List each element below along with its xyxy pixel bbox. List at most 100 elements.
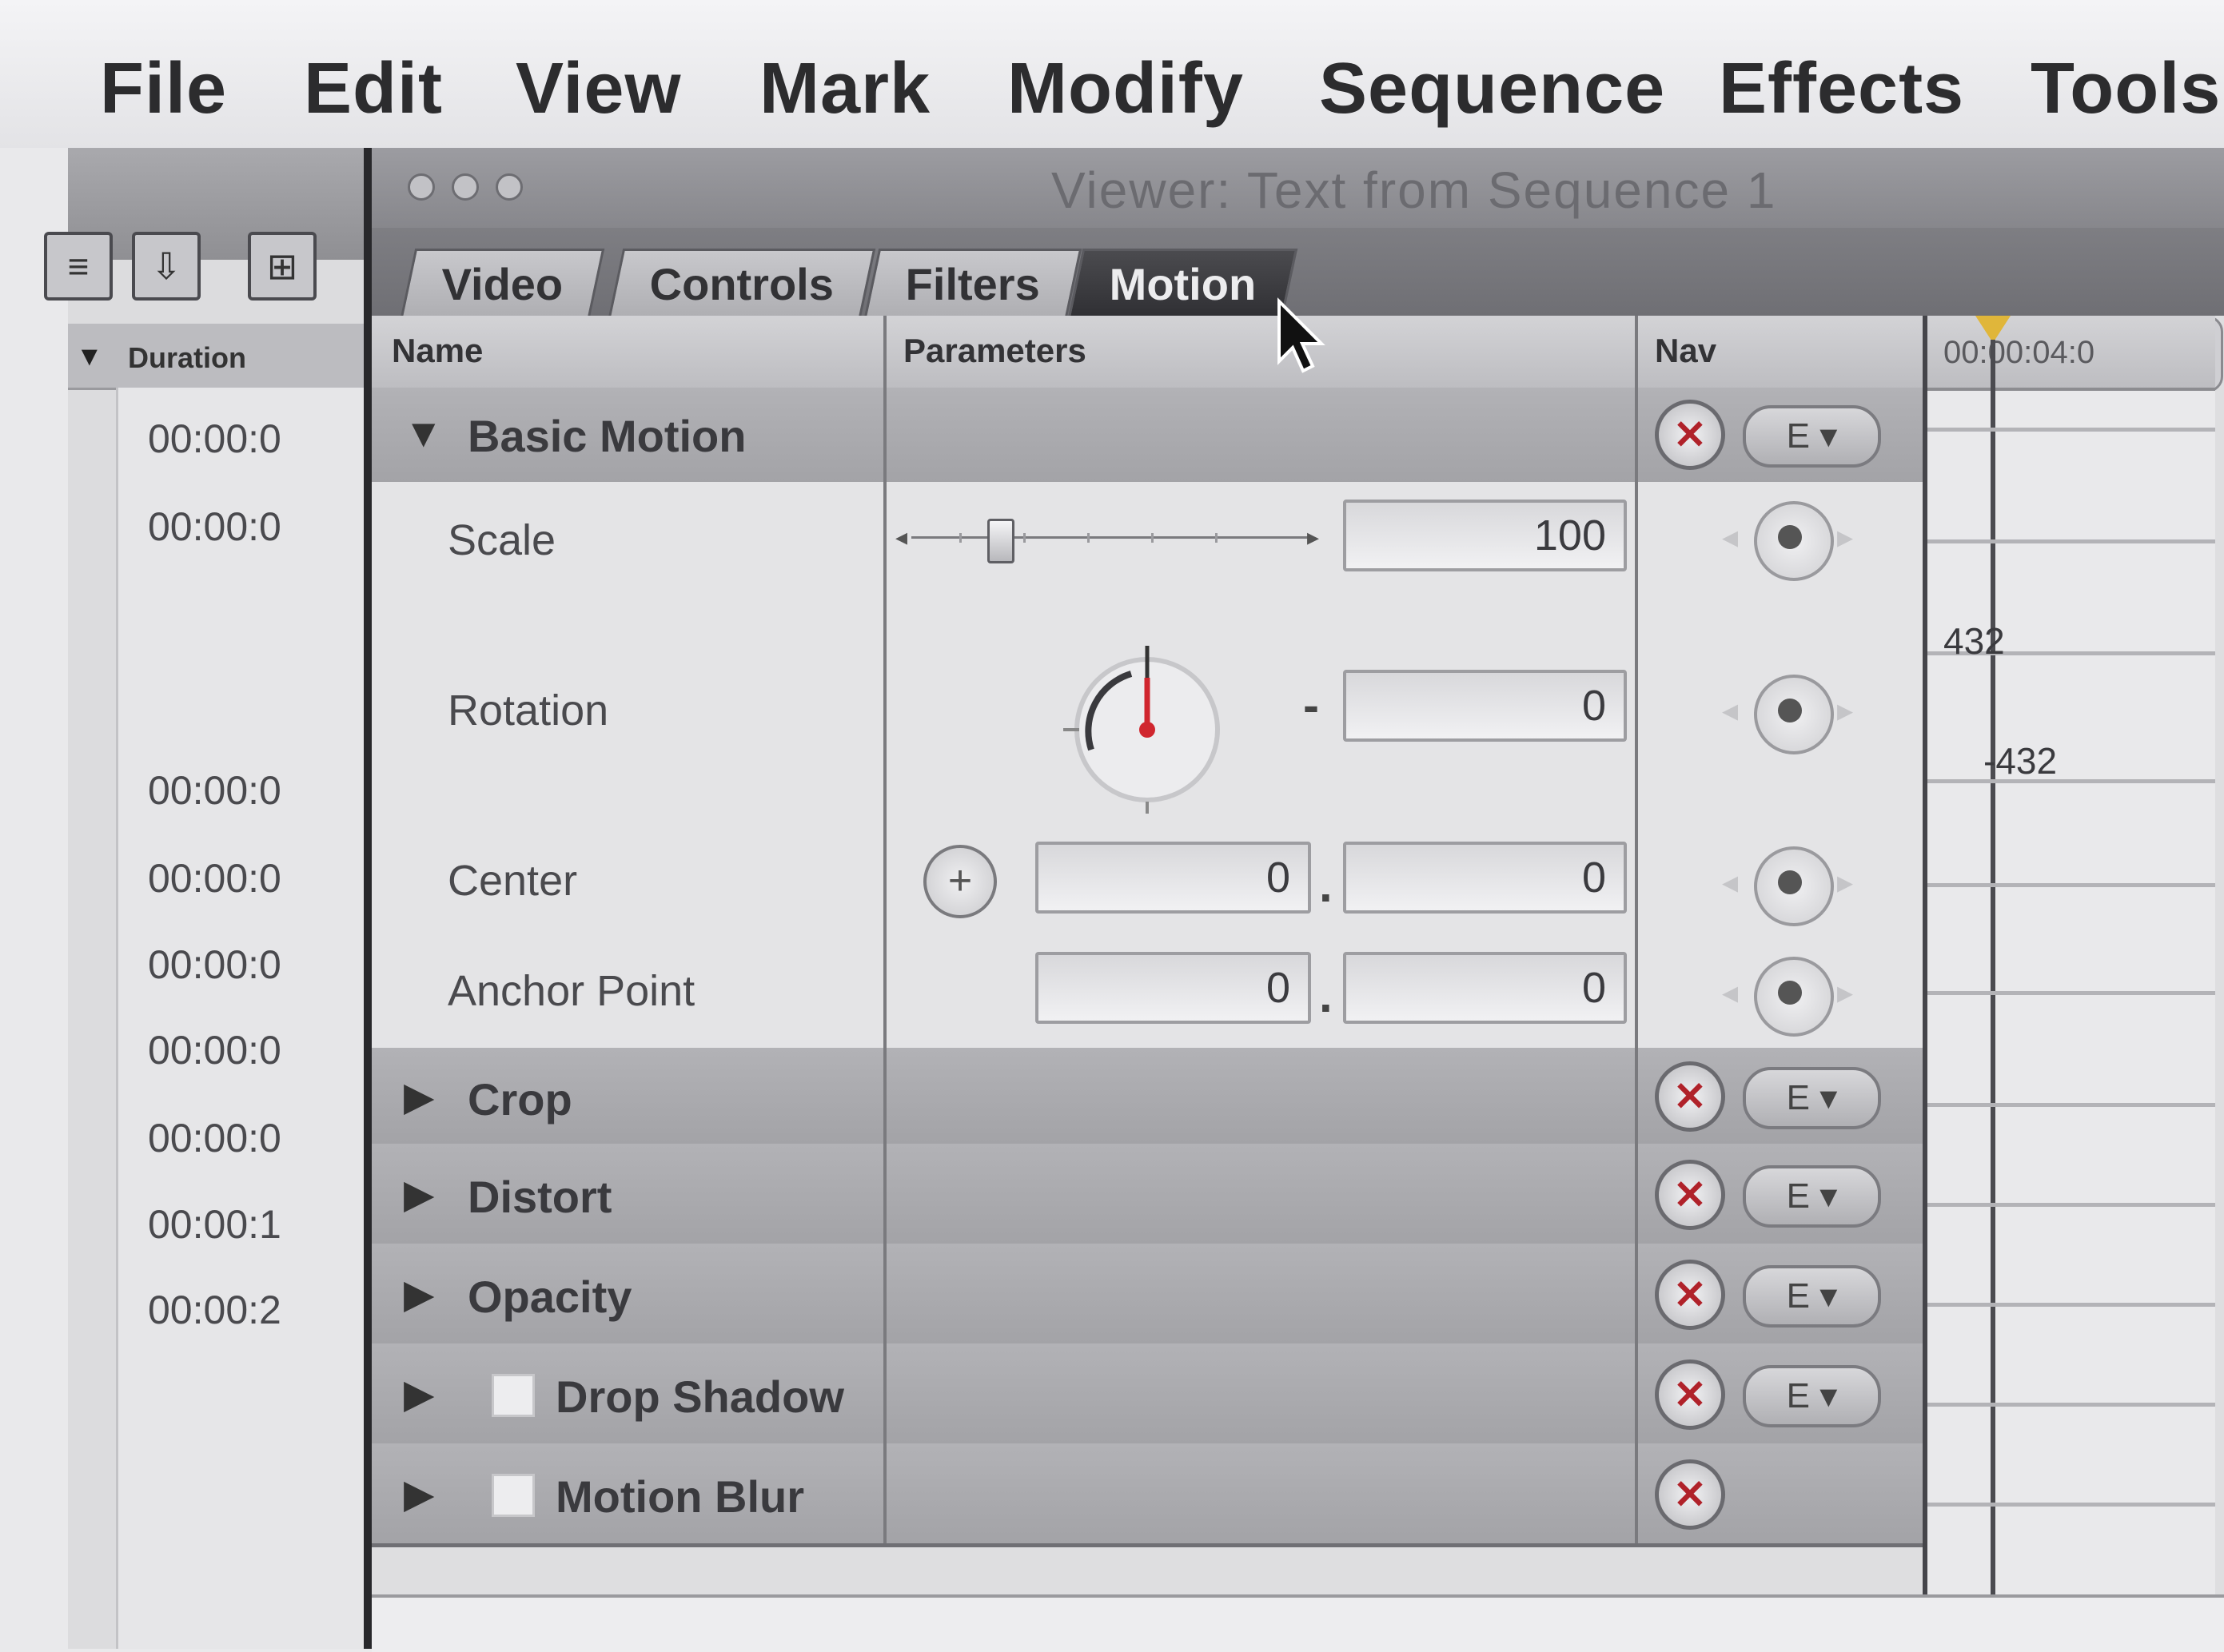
menu-sequence[interactable]: Sequence (1319, 48, 1665, 130)
crosshair-icon[interactable]: + (923, 845, 997, 918)
group-label: Opacity (468, 1272, 632, 1322)
center-y-field[interactable]: 0 (1343, 842, 1627, 914)
duration-cell: 00:00:1 (148, 1202, 281, 1247)
center-x-field[interactable]: 0 (1035, 842, 1311, 914)
tab-motion[interactable]: Motion (1067, 249, 1298, 318)
graph-row-line (1927, 779, 2215, 783)
menu-view[interactable]: View (516, 48, 681, 130)
next-keyframe-icon[interactable]: ▸ (1837, 864, 1853, 901)
slider-tick (1151, 533, 1154, 543)
browser-header (68, 148, 368, 260)
coordinate-separator: . (1319, 969, 1333, 1022)
graph-min-label: -432 (1983, 740, 2058, 782)
slider-track (911, 536, 1311, 539)
preset-menu-button[interactable]: E ▾ (1743, 1165, 1881, 1228)
duration-cell: 00:00:2 (148, 1288, 281, 1332)
group-row-motion-blur[interactable]: ▶ Motion Blur ✕ (372, 1443, 1923, 1547)
group-label: Crop (468, 1074, 572, 1125)
group-label: Motion Blur (556, 1471, 805, 1522)
disclosure-closed-icon[interactable]: ▶ (404, 1271, 434, 1317)
keyframe-button[interactable]: ◂ ▸ (1722, 945, 1853, 1041)
motion-parameter-table: Name Parameters Nav ▼ Basic Motion ✕ E ▾… (372, 316, 1923, 1594)
group-row-crop[interactable]: ▶ Crop ✕ E ▾ (372, 1048, 1923, 1148)
keyframe-button[interactable]: ◂ ▸ (1722, 835, 1853, 931)
rotation-dial[interactable] (1055, 630, 1239, 814)
menu-edit[interactable]: Edit (304, 48, 443, 130)
graph-row-line (1927, 991, 2215, 995)
reset-button[interactable]: ✕ (1655, 1459, 1725, 1530)
zoom-window-icon[interactable] (496, 173, 523, 201)
disclosure-open-icon[interactable]: ▼ (404, 410, 444, 456)
preset-menu-button[interactable]: E ▾ (1743, 1365, 1881, 1427)
menu-modify[interactable]: Modify (1007, 48, 1244, 130)
disclosure-closed-icon[interactable]: ▶ (404, 1371, 434, 1417)
playhead-marker-icon[interactable] (1975, 316, 2011, 343)
reset-button[interactable]: ✕ (1655, 1160, 1725, 1230)
group-row-distort[interactable]: ▶ Distort ✕ E ▾ (372, 1144, 1923, 1248)
menu-mark[interactable]: Mark (759, 48, 931, 130)
preset-menu-button[interactable]: E ▾ (1743, 405, 1881, 468)
tab-controls[interactable]: Controls (608, 249, 876, 318)
viewer-title-bar[interactable]: Viewer: Text from Sequence 1 (372, 148, 2224, 228)
group-row-drop-shadow[interactable]: ▶ Drop Shadow ✕ E ▾ (372, 1343, 1923, 1447)
param-row-center: Center + 0 . 0 ◂ ▸ (372, 826, 1923, 940)
duration-header-label: Duration (128, 341, 246, 374)
param-row-anchor-point: Anchor Point 0 . 0 ◂ ▸ (372, 936, 1923, 1052)
param-row-rotation: Rotation - 0 ◂ ▸ (372, 598, 1923, 830)
disclosure-closed-icon[interactable]: ▶ (404, 1471, 434, 1517)
menu-effects[interactable]: Effects (1719, 48, 1964, 130)
slider-thumb[interactable] (987, 519, 1014, 563)
list-view-icon[interactable]: ≡ (44, 232, 113, 301)
menu-tools[interactable]: Tools (2031, 48, 2221, 130)
enable-checkbox[interactable] (492, 1474, 535, 1517)
reset-button[interactable]: ✕ (1655, 1359, 1725, 1430)
enable-checkbox[interactable] (492, 1374, 535, 1417)
group-label: Drop Shadow (556, 1371, 844, 1422)
graph-max-label: 432 (1943, 620, 2005, 662)
group-row-opacity[interactable]: ▶ Opacity ✕ E ▾ (372, 1244, 1923, 1347)
group-label: Distort (468, 1172, 612, 1222)
reset-button[interactable]: ✕ (1655, 1260, 1725, 1330)
slider-tick (1087, 533, 1090, 543)
frame-icon[interactable]: ⊞ (248, 232, 317, 301)
bin-icon[interactable]: ⇩ (132, 232, 201, 301)
anchor-y-field[interactable]: 0 (1343, 952, 1627, 1024)
tab-video[interactable]: Video (400, 249, 605, 318)
slider-left-arrow-icon[interactable]: ◂ (895, 523, 907, 551)
next-keyframe-icon[interactable]: ▸ (1837, 692, 1853, 729)
scale-slider[interactable]: ◂ ▸ (895, 514, 1327, 563)
minimize-window-icon[interactable] (452, 173, 479, 201)
close-window-icon[interactable] (408, 173, 435, 201)
duration-cell: 00:00:0 (148, 856, 281, 901)
sort-arrow-icon: ▼ (76, 341, 103, 372)
reset-button[interactable]: ✕ (1655, 400, 1725, 470)
tab-filters[interactable]: Filters (863, 249, 1082, 318)
rotation-value-field[interactable]: 0 (1343, 670, 1627, 742)
slider-right-arrow-icon[interactable]: ▸ (1307, 523, 1319, 551)
duration-column-header[interactable]: ▼ Duration (68, 324, 368, 390)
mouse-cursor-icon (1277, 297, 1325, 373)
keyframe-graph[interactable]: 00:00:04:0 432 -432 (1923, 316, 2215, 1594)
preset-menu-button[interactable]: E ▾ (1743, 1265, 1881, 1328)
keyframe-ruler[interactable]: 00:00:04:0 (1927, 316, 2215, 391)
duration-cell: 00:00:0 (148, 504, 281, 549)
previous-keyframe-icon[interactable]: ◂ (1722, 864, 1738, 901)
next-keyframe-icon[interactable]: ▸ (1837, 519, 1853, 555)
disclosure-closed-icon[interactable]: ▶ (404, 1073, 434, 1120)
param-label: Scale (448, 516, 556, 564)
keyframe-button[interactable]: ◂ ▸ (1722, 490, 1853, 586)
previous-keyframe-icon[interactable]: ◂ (1722, 519, 1738, 555)
previous-keyframe-icon[interactable]: ◂ (1722, 974, 1738, 1011)
disclosure-closed-icon[interactable]: ▶ (404, 1171, 434, 1217)
keyframe-button[interactable]: ◂ ▸ (1722, 663, 1853, 759)
group-row-basic-motion[interactable]: ▼ Basic Motion ✕ E ▾ (372, 388, 1923, 486)
previous-keyframe-icon[interactable]: ◂ (1722, 692, 1738, 729)
graph-row-line (1927, 883, 2215, 887)
reset-button[interactable]: ✕ (1655, 1061, 1725, 1132)
menu-file[interactable]: File (100, 48, 227, 130)
next-keyframe-icon[interactable]: ▸ (1837, 974, 1853, 1011)
preset-menu-button[interactable]: E ▾ (1743, 1067, 1881, 1129)
scale-value-field[interactable]: 100 (1343, 500, 1627, 571)
anchor-x-field[interactable]: 0 (1035, 952, 1311, 1024)
param-row-scale: Scale ◂ ▸ 100 ◂ ▸ (372, 482, 1923, 602)
